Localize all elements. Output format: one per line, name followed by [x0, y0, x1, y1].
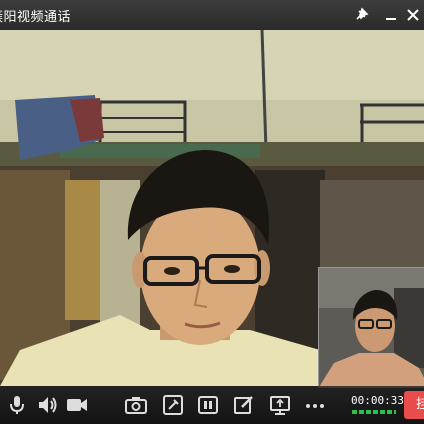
screen-share-icon[interactable]	[268, 393, 292, 417]
more-icon[interactable]	[303, 393, 327, 417]
close-button[interactable]	[402, 4, 424, 26]
minimize-button[interactable]	[380, 4, 402, 26]
magic-effects-icon[interactable]	[161, 393, 185, 417]
camera-icon[interactable]	[65, 393, 89, 417]
title-bar: 簇阳视频通话	[0, 0, 424, 30]
call-toolbar: 00:00:33 挂	[0, 386, 424, 424]
whiteboard-icon[interactable]	[232, 393, 256, 417]
signal-strength-indicator	[352, 410, 396, 414]
microphone-icon[interactable]	[5, 393, 29, 417]
window-title: 簇阳视频通话	[0, 10, 72, 25]
speaker-icon[interactable]	[36, 393, 60, 417]
hangup-button[interactable]: 挂	[404, 391, 424, 419]
snapshot-icon[interactable]	[124, 393, 148, 417]
call-timer: 00:00:33	[351, 394, 404, 407]
minimize-icon	[386, 18, 396, 20]
pin-icon[interactable]	[350, 4, 372, 26]
self-view-video[interactable]	[318, 267, 424, 388]
pause-icon[interactable]	[196, 393, 220, 417]
close-icon	[407, 9, 419, 21]
